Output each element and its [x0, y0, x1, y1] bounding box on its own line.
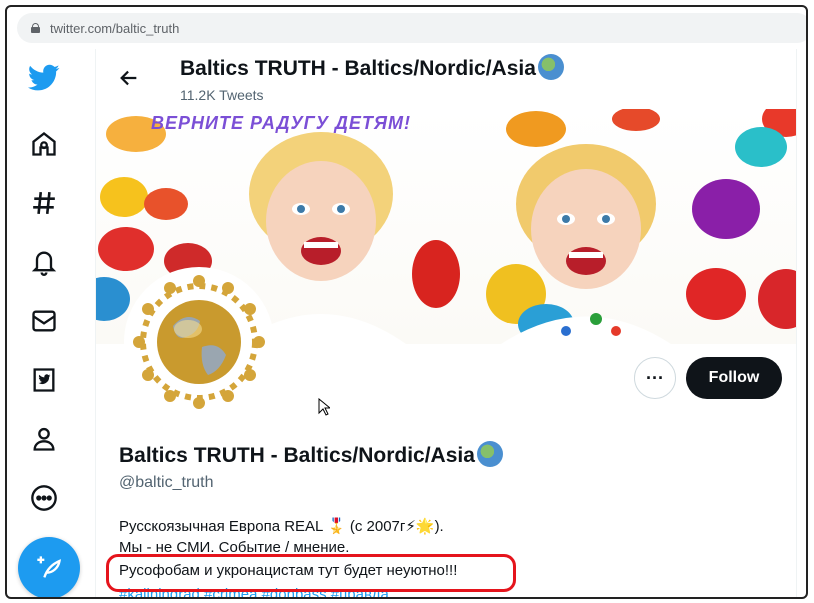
header-title-text: Baltics TRUTH - Baltics/Nordic/Asia: [180, 57, 536, 80]
side-nav: [7, 49, 95, 597]
globe-emoji-icon: [537, 54, 564, 80]
home-icon[interactable]: [27, 127, 61, 161]
mouse-cursor-icon: [318, 397, 332, 421]
header-title: Baltics TRUTH - Baltics/Nordic/Asia: [180, 54, 564, 81]
back-arrow-icon: [120, 70, 137, 86]
more-options-button[interactable]: ···: [634, 357, 676, 399]
profile-column: Baltics TRUTH - Baltics/Nordic/Asia 11.2…: [96, 49, 796, 597]
profile-person-icon[interactable]: [27, 422, 61, 456]
compose-tweet-button[interactable]: [18, 537, 80, 597]
twitter-blue-icon[interactable]: [27, 363, 61, 397]
globe-emoji-icon: [476, 441, 503, 467]
feather-plus-icon: [37, 556, 62, 578]
explore-hashtag-icon[interactable]: [27, 186, 61, 220]
banner-caption: ВЕРНИТЕ РАДУГУ ДЕТЯМ!: [151, 113, 412, 133]
address-bar[interactable]: twitter.com/baltic_truth: [17, 13, 806, 43]
profile-handle: @baltic_truth: [119, 474, 214, 491]
notifications-bell-icon[interactable]: [27, 245, 61, 279]
tweet-count: 11.2K Tweets: [180, 87, 264, 103]
bio-line-1: Русскоязычная Европа REAL 🎖️ (с 2007г⚡🌟)…: [119, 518, 444, 535]
more-circle-icon[interactable]: [27, 481, 61, 515]
back-arrow-button[interactable]: [114, 63, 144, 93]
url-text[interactable]: twitter.com/baltic_truth: [50, 21, 179, 36]
messages-mail-icon[interactable]: [27, 304, 61, 338]
profile-header: Baltics TRUTH - Baltics/Nordic/Asia 11.2…: [96, 49, 796, 105]
profile-name-text: Baltics TRUTH - Baltics/Nordic/Asia: [119, 444, 475, 467]
browser-window: twitter.com/baltic_truth Baltics TRUTH -…: [5, 5, 808, 599]
profile-name: Baltics TRUTH - Baltics/Nordic/Asia: [119, 441, 503, 468]
twitter-logo-icon[interactable]: [27, 61, 61, 95]
follow-button[interactable]: Follow: [686, 357, 782, 399]
red-highlight-annotation: [106, 554, 516, 592]
lock-icon: [31, 23, 40, 33]
globe-people-logo: [133, 275, 265, 409]
profile-avatar[interactable]: [124, 267, 274, 417]
column-divider: [796, 49, 797, 597]
